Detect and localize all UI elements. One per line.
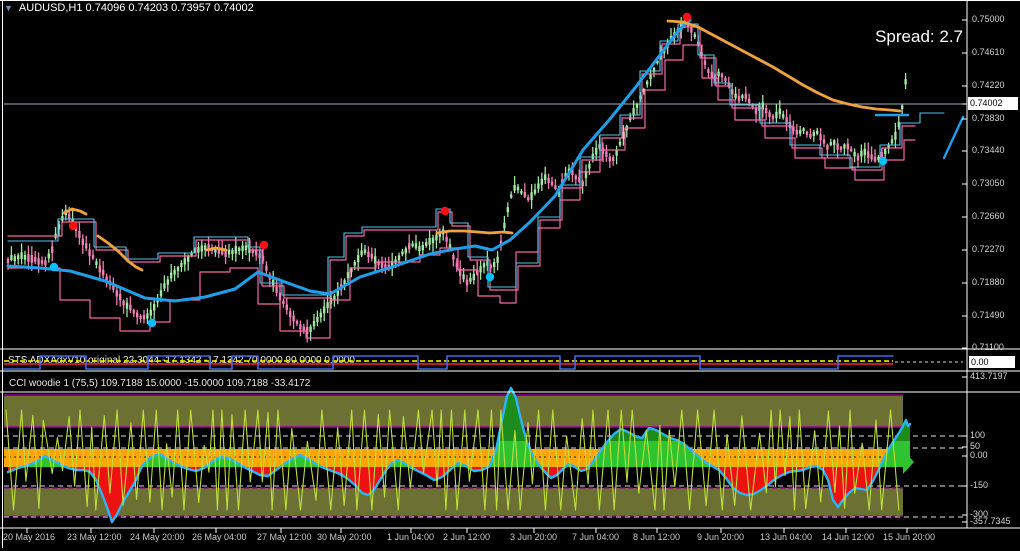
time-axis-label: 24 May 20:00 [130, 532, 185, 542]
sts-value-badge: 0.00 [969, 356, 1015, 368]
chart-menu-triangle-icon[interactable]: ▼ [4, 2, 13, 14]
cci-axis-label: -150 [970, 480, 989, 490]
price-axis-label: 0.73050 [972, 178, 1005, 188]
chart-title-bar: ▼ AUDUSD,H1 0.74096 0.74203 0.73957 0.74… [4, 2, 254, 14]
price-axis-label: 0.73830 [972, 113, 1005, 123]
current-price-badge: 0.74002 [968, 97, 1018, 110]
cci-axis-label: -357.7345 [970, 516, 1011, 526]
chart-window: ▼ AUDUSD,H1 0.74096 0.74203 0.73957 0.74… [0, 0, 1020, 551]
chart-canvas[interactable] [0, 0, 1020, 551]
channel-pink-lower [7, 44, 916, 339]
chart-title: AUDUSD,H1 0.74096 0.74203 0.73957 0.7400… [18, 2, 254, 14]
sts-blue-step-line [3, 355, 894, 370]
time-axis-label: 2 Jun 12:00 [443, 532, 491, 542]
time-axis-label: 14 Jun 12:00 [822, 532, 875, 542]
cci-olive-band-lower [4, 488, 903, 516]
time-axis-label: 8 Jun 12:00 [633, 532, 681, 542]
cci-axis-label: 0.00 [970, 450, 988, 460]
time-axis-label: 13 Jun 04:00 [760, 532, 813, 542]
time-axis-label: 27 May 12:00 [257, 532, 312, 542]
time-axis-label: 20 May 2016 [3, 532, 56, 542]
ma-line-orange [62, 19, 902, 272]
time-axis-label: 23 May 12:00 [67, 532, 122, 542]
price-axis-label: 0.74220 [972, 80, 1005, 90]
price-axis-label: 0.74610 [972, 47, 1005, 57]
time-axis-label: 3 Jun 20:00 [510, 532, 558, 542]
time-axis-label: 7 Jun 04:00 [572, 532, 620, 542]
price-axis-label: 0.71100 [972, 342, 1004, 352]
price-axis-label: 0.71880 [972, 277, 1005, 287]
price-axis-label: 0.73440 [972, 145, 1005, 155]
spread-label: Spread: 2.7 [875, 27, 963, 46]
cci-olive-band-upper [4, 396, 903, 427]
cci-axis-label: 413.7197 [970, 371, 1008, 381]
time-axis-label: 1 Jun 04:00 [387, 532, 435, 542]
step-line-lightblue [7, 23, 945, 296]
price-axis-label: 0.71490 [972, 310, 1005, 320]
time-axis-label: 30 May 20:00 [317, 532, 372, 542]
time-axis-label: 9 Jun 20:00 [697, 532, 745, 542]
channel-pink-upper [7, 26, 916, 299]
cci-indicator-label: CCI woodie 1 (75,5) 109.7188 15.0000 -15… [9, 378, 311, 389]
time-axis-label: 26 May 04:00 [192, 532, 247, 542]
time-axis-label: 15 Jun 20:00 [883, 532, 936, 542]
price-axis-label: 0.75000 [972, 14, 1005, 24]
price-axis-label: 0.72270 [972, 244, 1005, 254]
cci-axis-label: 100 [970, 430, 986, 440]
price-axis-label: 0.72660 [972, 211, 1005, 221]
